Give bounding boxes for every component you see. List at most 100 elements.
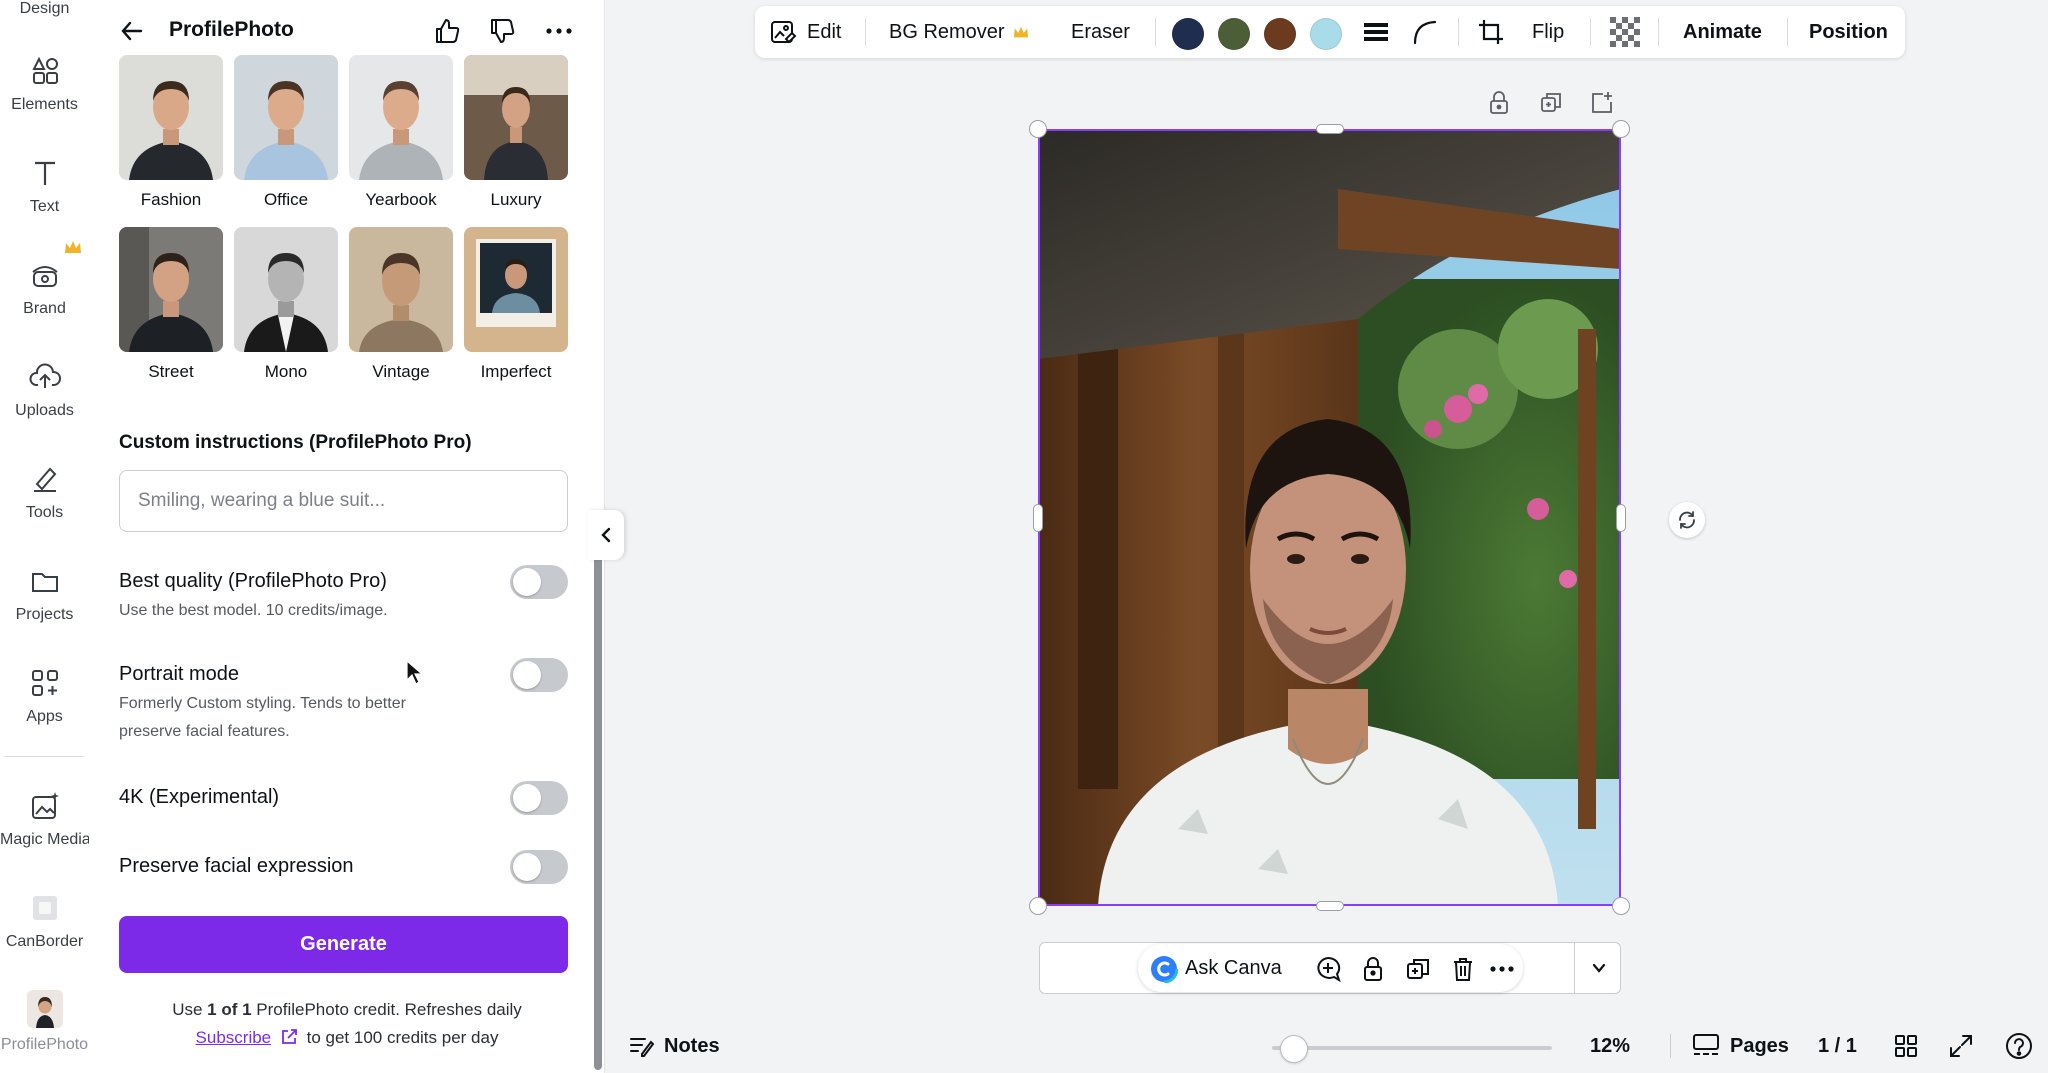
preserve-expression-toggle[interactable] bbox=[510, 850, 568, 884]
ask-canva-button[interactable]: Ask Canva bbox=[1185, 957, 1282, 980]
custom-instructions-input[interactable] bbox=[119, 470, 568, 532]
bg-remover-button[interactable]: BG Remover bbox=[889, 6, 1029, 58]
crop-button[interactable] bbox=[1477, 6, 1505, 58]
rail-item-brand[interactable]: Brand bbox=[0, 258, 89, 318]
duplicate-icon[interactable] bbox=[1404, 955, 1432, 983]
flip-button[interactable]: Flip bbox=[1532, 6, 1564, 58]
style-thumb-luxury[interactable] bbox=[464, 55, 568, 180]
color-swatch-navy[interactable] bbox=[1172, 18, 1204, 50]
lock-icon[interactable] bbox=[1359, 955, 1387, 983]
help-button[interactable] bbox=[2004, 1030, 2034, 1062]
rail-item-label: CanBorder bbox=[5, 933, 84, 950]
thumbs-up-icon[interactable] bbox=[432, 16, 462, 46]
best-quality-toggle[interactable] bbox=[510, 565, 568, 599]
rail-item-projects[interactable]: Projects bbox=[0, 564, 89, 624]
edit-image-icon bbox=[771, 21, 797, 44]
resize-handle-right[interactable] bbox=[1616, 504, 1626, 532]
style-thumb-vintage[interactable] bbox=[349, 227, 453, 352]
style-thumb-fashion[interactable] bbox=[119, 55, 223, 180]
crown-icon bbox=[65, 241, 81, 253]
zoom-level[interactable]: 12% bbox=[1590, 1030, 1630, 1062]
trash-icon[interactable] bbox=[1449, 955, 1477, 983]
animate-label: Animate bbox=[1683, 20, 1762, 43]
zoom-slider-track[interactable] bbox=[1272, 1046, 1552, 1050]
style-thumb-office[interactable] bbox=[234, 55, 338, 180]
resize-handle-top-left[interactable] bbox=[1029, 120, 1047, 138]
rail-item-tools[interactable]: Tools bbox=[0, 462, 89, 522]
help-icon bbox=[2006, 1033, 2032, 1059]
more-options-icon[interactable] bbox=[1488, 955, 1516, 983]
fullscreen-button[interactable] bbox=[1948, 1030, 1974, 1062]
rail-item-label: Elements bbox=[11, 96, 78, 113]
color-swatch-brown[interactable] bbox=[1264, 18, 1296, 50]
option-preserve-expression-title: Preserve facial expression bbox=[119, 855, 354, 877]
rail-item-profilephoto[interactable]: ProfilePhoto bbox=[0, 990, 89, 1054]
panel-scrollbar[interactable] bbox=[594, 555, 602, 1070]
pages-icon bbox=[1693, 1034, 1719, 1055]
duplicate-icon[interactable] bbox=[1538, 90, 1564, 116]
color-swatch-olive[interactable] bbox=[1218, 18, 1250, 50]
position-label: Position bbox=[1809, 20, 1888, 43]
back-arrow-icon[interactable] bbox=[119, 18, 145, 44]
add-page-icon[interactable] bbox=[1589, 90, 1615, 116]
position-button[interactable]: Position bbox=[1809, 6, 1888, 58]
transparency-button[interactable] bbox=[1610, 6, 1640, 58]
resize-handle-top-right[interactable] bbox=[1612, 120, 1630, 138]
expand-page-button[interactable] bbox=[1574, 942, 1622, 994]
portrait-mode-toggle[interactable] bbox=[510, 658, 568, 692]
page-counter: 1 / 1 bbox=[1818, 1030, 1857, 1062]
style-thumb-mono[interactable] bbox=[234, 227, 338, 352]
option-4k-title: 4K (Experimental) bbox=[119, 786, 280, 808]
rail-item-text[interactable]: Text bbox=[0, 156, 89, 216]
brand-icon bbox=[31, 266, 58, 287]
canva-assistant-icon bbox=[1150, 955, 1178, 983]
rotate-button[interactable] bbox=[1669, 502, 1705, 538]
rail-item-label: ProfilePhoto bbox=[0, 1036, 89, 1053]
more-options-icon[interactable] bbox=[544, 16, 574, 46]
pages-label: Pages bbox=[1730, 1034, 1789, 1057]
resize-handle-left[interactable] bbox=[1033, 504, 1043, 532]
canborder-icon bbox=[32, 896, 57, 920]
rotate-icon bbox=[1679, 511, 1695, 529]
eraser-button[interactable]: Eraser bbox=[1071, 6, 1130, 58]
border-style-button[interactable] bbox=[1362, 6, 1390, 58]
style-thumb-imperfect[interactable] bbox=[464, 227, 568, 352]
pages-button[interactable]: Pages bbox=[1692, 1030, 1789, 1062]
selected-photo[interactable] bbox=[1038, 129, 1621, 906]
style-label: Street bbox=[148, 362, 194, 381]
resize-handle-top[interactable] bbox=[1316, 124, 1344, 134]
rail-item-magic-media[interactable]: Magic Media bbox=[0, 789, 91, 849]
corner-radius-icon bbox=[1413, 20, 1437, 45]
collapse-panel-button[interactable] bbox=[588, 510, 624, 560]
toolbar-separator bbox=[1658, 18, 1659, 46]
grid-view-button[interactable] bbox=[1893, 1030, 1919, 1062]
resize-handle-bottom-right[interactable] bbox=[1612, 897, 1630, 915]
rail-item-elements[interactable]: Elements bbox=[0, 54, 89, 114]
corner-rounding-button[interactable] bbox=[1411, 6, 1439, 58]
color-swatch-light-blue[interactable] bbox=[1310, 18, 1342, 50]
rail-item-canborder[interactable]: CanBorder bbox=[0, 891, 89, 951]
subscribe-info: Subscribe to get 100 credits per day bbox=[89, 1028, 604, 1048]
animate-button[interactable]: Animate bbox=[1683, 6, 1762, 58]
notes-button[interactable]: Notes bbox=[628, 1030, 720, 1062]
notes-icon bbox=[630, 1038, 654, 1057]
rail-item-uploads[interactable]: Uploads bbox=[0, 360, 89, 420]
4k-toggle[interactable] bbox=[510, 781, 568, 815]
resize-handle-bottom-left[interactable] bbox=[1029, 897, 1047, 915]
subscribe-text: to get 100 credits per day bbox=[306, 1028, 499, 1047]
style-thumb-street[interactable] bbox=[119, 227, 223, 352]
comment-add-icon[interactable] bbox=[1314, 955, 1342, 983]
zoom-slider-knob[interactable] bbox=[1280, 1035, 1308, 1063]
lock-icon[interactable] bbox=[1486, 90, 1512, 116]
credit-text-pre: Use bbox=[172, 1000, 208, 1019]
rail-item-apps[interactable]: Apps bbox=[0, 666, 89, 726]
resize-handle-bottom[interactable] bbox=[1316, 901, 1344, 911]
subscribe-link[interactable]: Subscribe bbox=[196, 1028, 272, 1047]
rail-item-design[interactable]: Design bbox=[0, 0, 89, 18]
generate-button[interactable]: Generate bbox=[119, 916, 568, 973]
style-thumb-yearbook[interactable] bbox=[349, 55, 453, 180]
edit-button[interactable]: Edit bbox=[769, 6, 841, 58]
rail-item-label: Tools bbox=[25, 504, 64, 521]
thumbs-down-icon[interactable] bbox=[487, 16, 517, 46]
chevron-left-icon bbox=[601, 527, 611, 543]
